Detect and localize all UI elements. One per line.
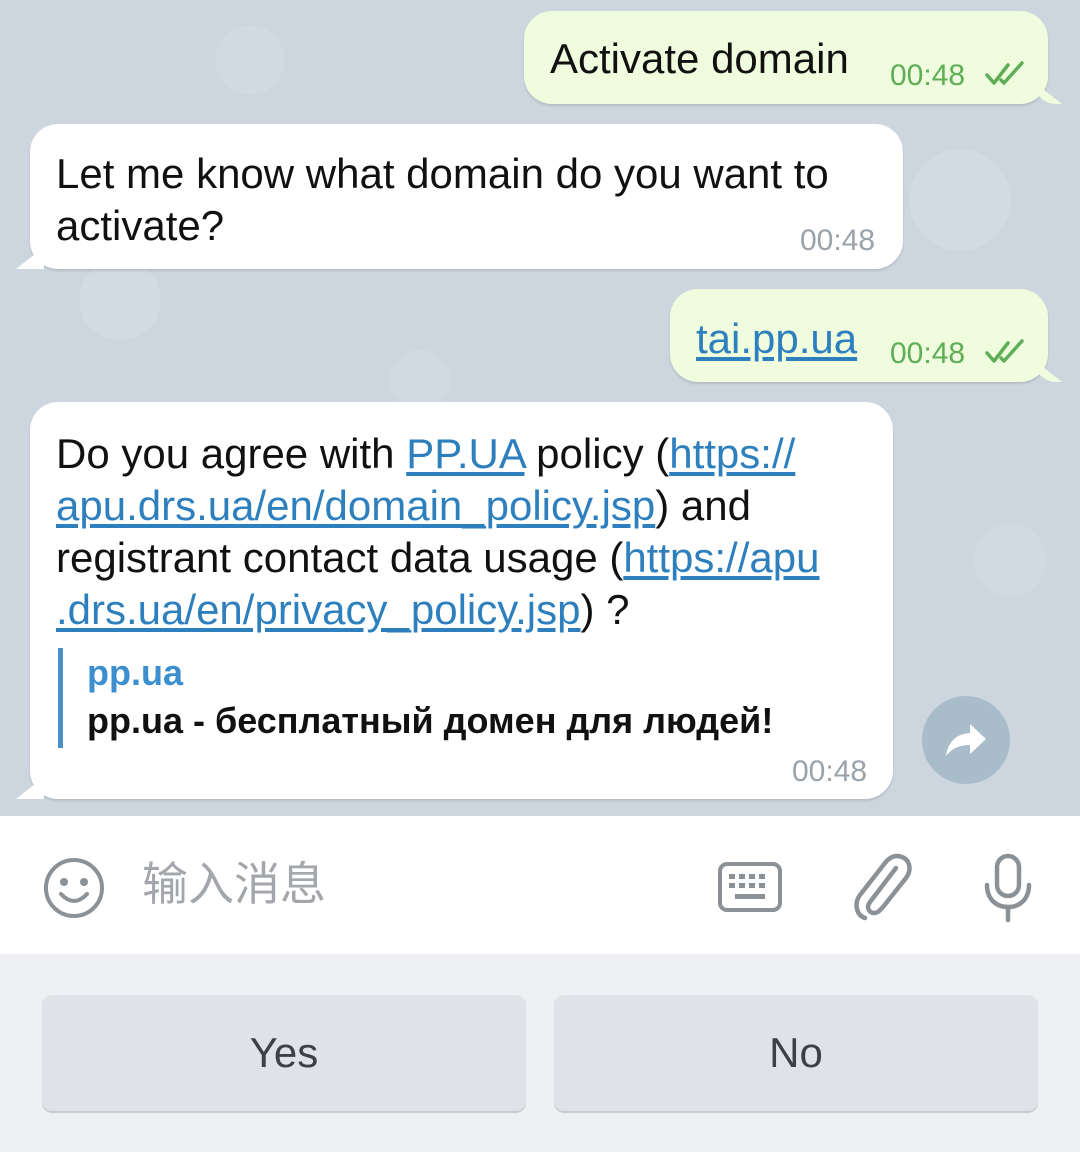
microphone-button[interactable] (976, 852, 1040, 924)
message-text-line: apu.drs.ua/en/domain_policy.jsp) and (56, 480, 751, 532)
domain-policy-link[interactable]: https:// (669, 430, 795, 477)
attach-button[interactable] (848, 852, 918, 922)
message-text-line: activate? (56, 202, 225, 249)
reply-keyboard: Yes No (0, 954, 1080, 1152)
domain-policy-link[interactable]: apu.drs.ua/en/domain_policy.jsp (56, 482, 655, 529)
message-time: 00:48 (792, 755, 868, 788)
privacy-policy-link[interactable]: .drs.ua/en/privacy_policy.jsp (56, 586, 580, 633)
yes-button[interactable]: Yes (42, 995, 526, 1111)
link-preview-description: pp.ua - бесплатный домен для людей! (87, 700, 774, 741)
link-preview-site: pp.ua (87, 652, 183, 693)
ppua-link[interactable]: PP.UA (406, 430, 524, 477)
emoji-button[interactable] (40, 854, 108, 922)
keyboard-icon (718, 862, 782, 912)
message-text-line: registrant contact data usage (https://a… (56, 532, 819, 584)
text-fragment: Do you agree with (56, 430, 407, 477)
message-outgoing[interactable]: tai.pp.ua 00:48 (670, 289, 1048, 382)
message-text-line: Let me know what domain do you want to (56, 150, 829, 197)
message-incoming[interactable]: Do you agree with PP.UA policy (https://… (30, 402, 893, 799)
text-fragment: ) and (655, 482, 751, 529)
emoji-icon (44, 858, 104, 918)
message-time: 00:48 (890, 337, 966, 370)
double-check-icon (985, 61, 1024, 85)
privacy-policy-link[interactable]: https://apu (623, 534, 819, 581)
keyboard-button[interactable] (716, 860, 784, 914)
share-button[interactable] (922, 696, 1010, 784)
link-preview[interactable]: pp.ua pp.ua - бесплатный домен для людей… (58, 648, 858, 748)
message-text-line: Do you agree with PP.UA policy (https:// (56, 428, 795, 480)
no-button[interactable]: No (554, 995, 1038, 1111)
text-fragment: registrant contact data usage ( (56, 534, 624, 581)
message-text-line: .drs.ua/en/privacy_policy.jsp) ? (56, 584, 629, 636)
message-incoming[interactable]: Let me know what domain do you want to a… (30, 124, 903, 269)
chat-area[interactable]: Activate domain 00:48 Let me know what d… (0, 0, 1080, 816)
message-input-bar: 输入消息 (0, 816, 1080, 954)
message-time: 00:48 (800, 224, 876, 257)
message-text: Activate domain (550, 35, 849, 82)
microphone-icon (984, 853, 1032, 923)
message-time: 00:48 (890, 59, 966, 92)
message-input[interactable]: 输入消息 (142, 856, 326, 912)
double-check-icon (985, 339, 1024, 363)
text-fragment: policy ( (524, 430, 670, 477)
domain-link[interactable]: tai.pp.ua (696, 313, 857, 365)
share-arrow-icon (946, 724, 986, 756)
message-outgoing[interactable]: Activate domain 00:48 (524, 11, 1048, 104)
paperclip-icon (854, 853, 912, 921)
text-fragment: ) ? (580, 586, 630, 633)
